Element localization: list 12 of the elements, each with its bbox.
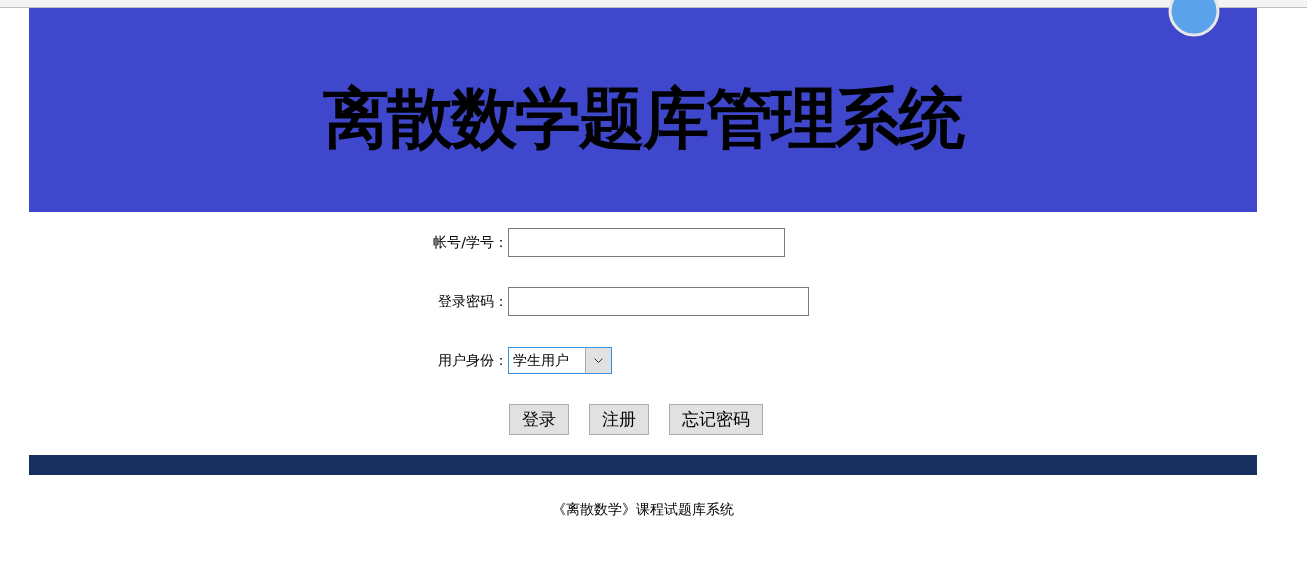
field-label: 登录密码： xyxy=(437,292,508,311)
chevron-down-icon xyxy=(594,358,603,363)
field-label: 帐号/学号： xyxy=(432,233,508,252)
role-dropdown[interactable]: 学生用户 xyxy=(508,347,612,374)
account-field[interactable] xyxy=(508,228,785,257)
footer-text: 《离散数学》课程试题库系统 xyxy=(551,501,735,519)
form-button[interactable]: 忘记密码 xyxy=(669,404,763,435)
field-label: 用户身份： xyxy=(437,351,508,370)
page-title: 离散数学题库管理系统 xyxy=(323,79,963,159)
password-field[interactable] xyxy=(508,287,809,316)
form-button[interactable]: 注册 xyxy=(589,404,649,435)
form-button[interactable]: 登录 xyxy=(509,404,569,435)
